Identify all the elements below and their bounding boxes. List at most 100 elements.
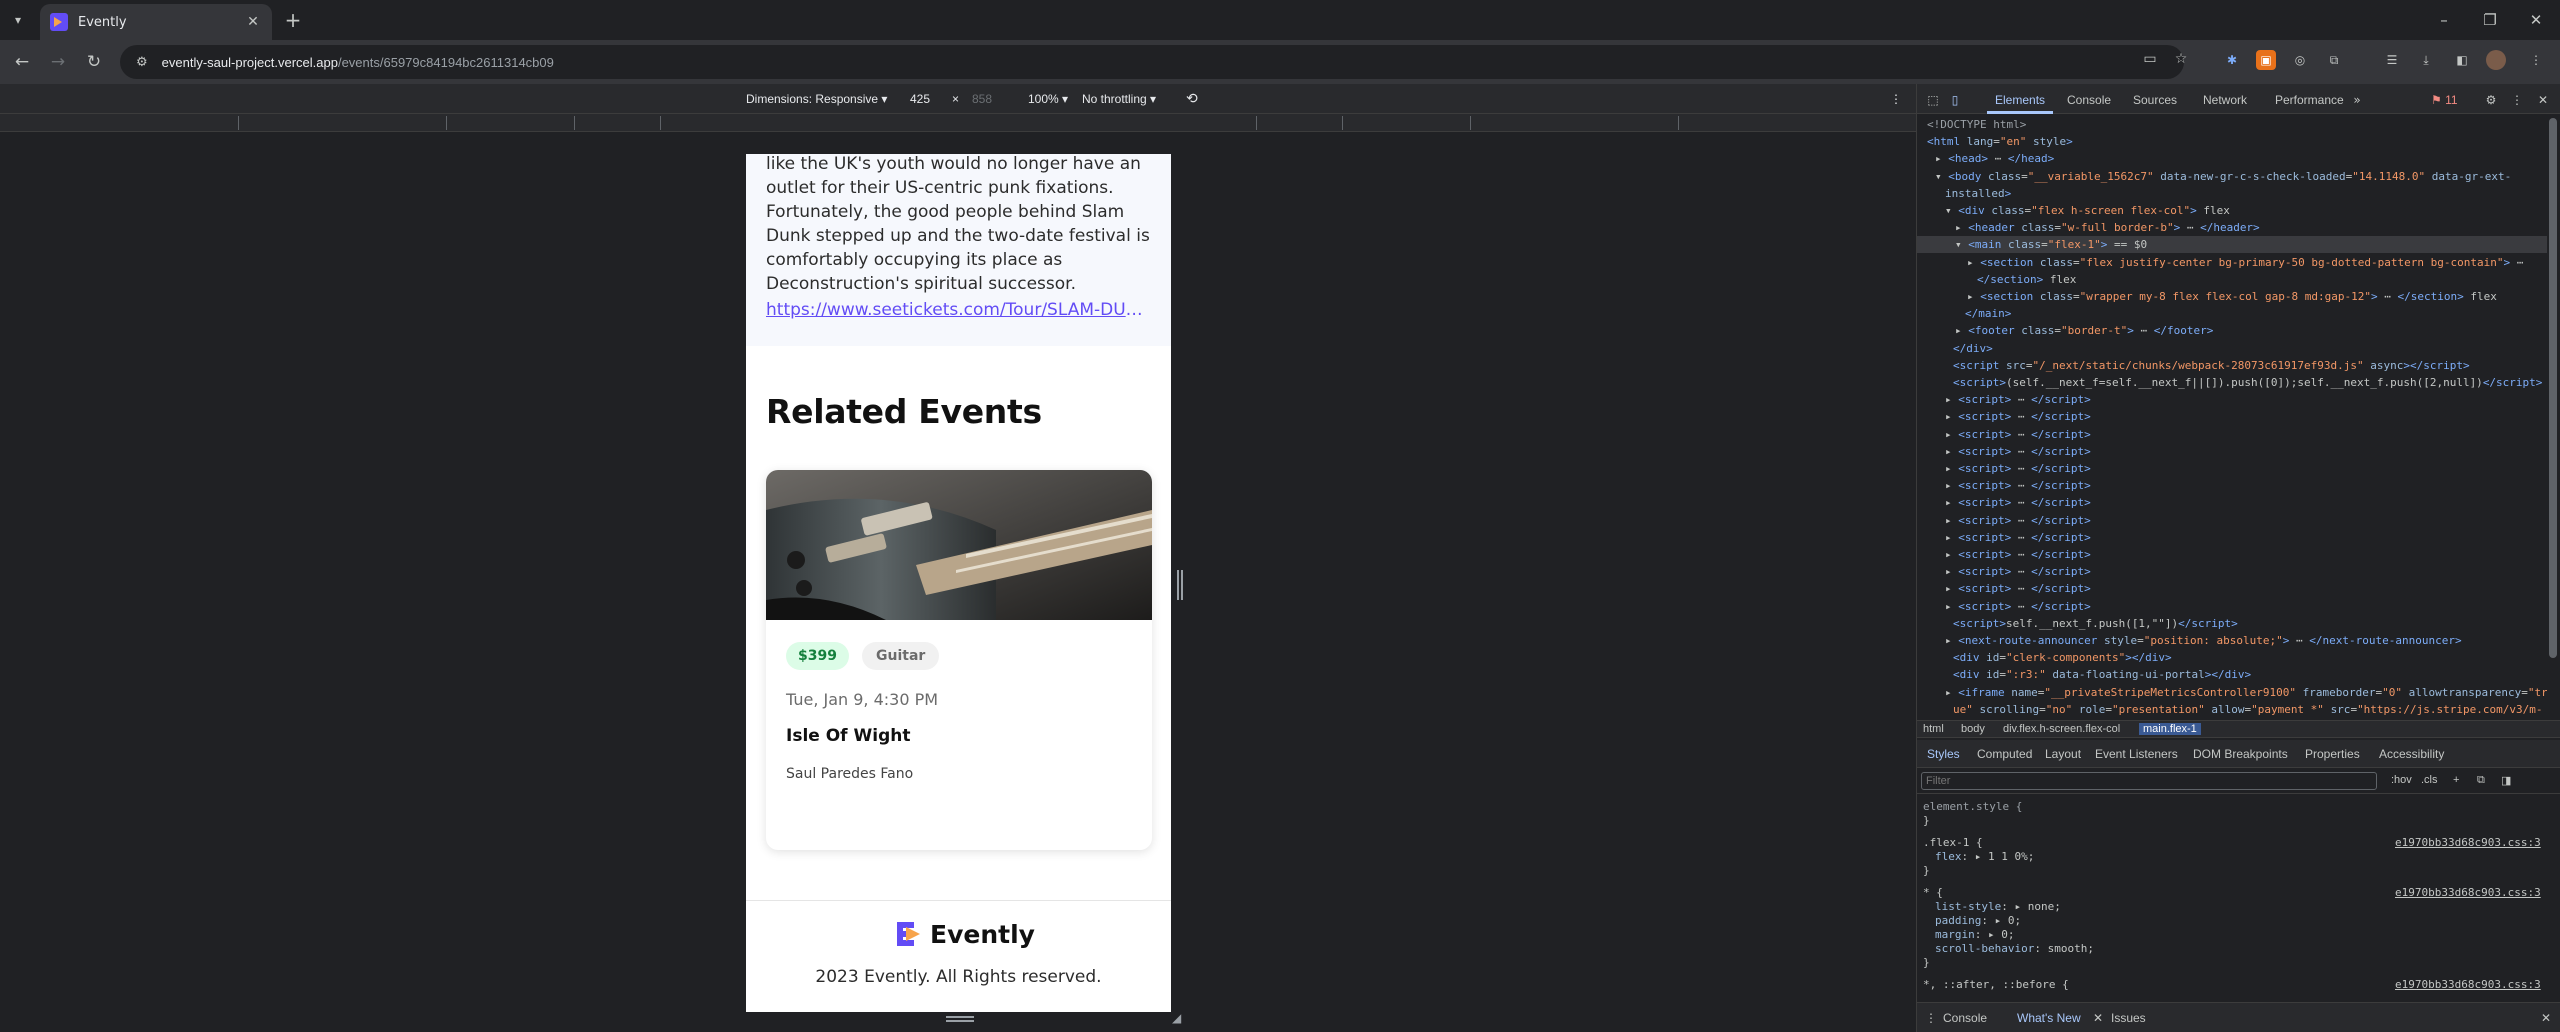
drawer-tab-whats-new[interactable]: What's New	[2017, 1011, 2081, 1025]
new-tab-plus-icon[interactable]: +	[282, 9, 304, 31]
dom-node-line[interactable]: ▸ <script> ⋯ </script>	[1945, 426, 2091, 443]
devtools-tab-performance[interactable]: Performance	[2275, 93, 2344, 107]
element-state-icon[interactable]: ⧉	[2477, 774, 2485, 787]
dom-node-line[interactable]: ▸ <script> ⋯ </script>	[1945, 391, 2091, 408]
event-card[interactable]: $399 Guitar Tue, Jan 9, 4:30 PM Isle Of …	[766, 470, 1152, 850]
dom-node-line[interactable]: <script>self.__next_f.push([1,""])</scri…	[1953, 615, 2238, 632]
breadcrumb-main[interactable]: main.flex-1	[2139, 723, 2201, 735]
throttling-dropdown[interactable]: No throttling ▾	[1082, 92, 1156, 106]
device-resize-handle-bottom[interactable]	[946, 1016, 974, 1022]
dom-node-line[interactable]: ▸ <iframe name="__privateStripeMetricsCo…	[1945, 684, 2547, 701]
site-info-icon[interactable]: ⚙	[136, 55, 148, 70]
devtools-menu-icon[interactable]: ⋮	[2509, 92, 2525, 108]
dom-node-line[interactable]: </main>	[1965, 305, 2011, 322]
rotate-icon[interactable]: ⟲	[1186, 90, 1198, 107]
dom-node-line[interactable]: <script src="/_next/static/chunks/webpac…	[1953, 357, 2470, 374]
dom-node-line[interactable]: <script>(self.__next_f=self.__next_f||[]…	[1953, 374, 2542, 391]
event-image-guitar[interactable]	[766, 470, 1152, 620]
breadcrumb-html[interactable]: html	[1923, 723, 1944, 735]
devtools-tab-console[interactable]: Console	[2067, 93, 2111, 107]
dom-tree-scrollbar[interactable]	[2549, 118, 2557, 658]
styles-tab-computed[interactable]: Computed	[1977, 747, 2032, 761]
dom-node-line[interactable]: ▸ <section class="flex justify-center bg…	[1967, 254, 2523, 271]
profile-avatar[interactable]	[2486, 50, 2506, 70]
computed-sidebar-icon[interactable]: ◨	[2501, 774, 2511, 787]
dom-node-line[interactable]: ue" scrolling="no" role="presentation" a…	[1953, 701, 2543, 718]
device-toggle-icon[interactable]: ▯	[1947, 92, 1963, 108]
dom-node-line[interactable]: ▾ <main class="flex-1"> == $0	[1917, 236, 2547, 254]
cls-toggle[interactable]: .cls	[2421, 774, 2438, 786]
extensions-puzzle-icon[interactable]: ⧉	[2324, 50, 2344, 70]
settings-gear-icon[interactable]: ⚙	[2483, 92, 2499, 108]
dom-node-line[interactable]: ▸ <script> ⋯ </script>	[1945, 512, 2091, 529]
restore-icon[interactable]: ❐	[2478, 8, 2502, 32]
devtools-tab-network[interactable]: Network	[2203, 93, 2247, 107]
new-rule-plus-icon[interactable]: +	[2453, 774, 2459, 786]
breadcrumb-body[interactable]: body	[1961, 723, 1985, 735]
forward-arrow-icon[interactable]: →	[46, 50, 70, 74]
dom-node-line[interactable]: installed>	[1945, 185, 2011, 202]
styles-tab-properties[interactable]: Properties	[2305, 747, 2360, 761]
dom-node-line[interactable]: ▸ <script> ⋯ </script>	[1945, 443, 2091, 460]
device-more-icon[interactable]: ⋮	[1890, 92, 1902, 106]
device-resize-handle-right[interactable]	[1177, 570, 1183, 600]
side-panel-icon[interactable]: ◧	[2452, 50, 2472, 70]
dom-node-line[interactable]: ▸ <script> ⋯ </script>	[1945, 408, 2091, 425]
drawer-tab-close-icon[interactable]: ✕	[2093, 1011, 2103, 1025]
dom-node-line[interactable]: ▸ <script> ⋯ </script>	[1945, 460, 2091, 477]
address-bar[interactable]: ⚙ evently-saul-project.vercel.app/events…	[120, 45, 2184, 79]
bookmark-star-icon[interactable]: ☆	[2171, 49, 2191, 69]
devtools-tab-sources[interactable]: Sources	[2133, 93, 2177, 107]
devtools-tab-elements[interactable]: Elements	[1995, 93, 2045, 107]
dom-node-line[interactable]: ▸ <script> ⋯ </script>	[1945, 598, 2091, 615]
dom-node-line[interactable]: ▸ <script> ⋯ </script>	[1945, 494, 2091, 511]
dom-node-line[interactable]: ▾ <div class="flex h-screen flex-col"> f…	[1945, 202, 2230, 219]
footer-logo[interactable]: Evently	[894, 919, 1035, 949]
dom-node-line[interactable]: </section> flex	[1977, 271, 2076, 288]
dom-node-line[interactable]: ▸ <script> ⋯ </script>	[1945, 563, 2091, 580]
download-icon[interactable]: ⤓	[2416, 50, 2436, 70]
styles-tab-event-listeners[interactable]: Event Listeners	[2095, 747, 2178, 761]
issues-counter[interactable]: ⚑ 11	[2431, 93, 2458, 107]
back-arrow-icon[interactable]: ←	[10, 50, 34, 74]
dom-node-line[interactable]: ▸ <script> ⋯ </script>	[1945, 477, 2091, 494]
dom-node-line[interactable]: <div id=":r3:" data-floating-ui-portal><…	[1953, 666, 2251, 683]
hov-toggle[interactable]: :hov	[2391, 774, 2412, 786]
device-width-input[interactable]: 425	[910, 92, 930, 106]
minimize-icon[interactable]: –	[2432, 8, 2456, 32]
styles-tab-styles[interactable]: Styles	[1927, 747, 1960, 761]
drawer-tab-issues[interactable]: Issues	[2111, 1011, 2146, 1025]
styles-tab-layout[interactable]: Layout	[2045, 747, 2081, 761]
extension-react-icon[interactable]: ✱	[2222, 50, 2242, 70]
dom-node-line[interactable]: ▸ <next-route-announcer style="position:…	[1945, 632, 2462, 649]
dom-node-line[interactable]: ▸ <script> ⋯ </script>	[1945, 546, 2091, 563]
devtools-close-icon[interactable]: ✕	[2535, 92, 2551, 108]
dom-node-line[interactable]: ▸ <head> ⋯ </head>	[1935, 150, 2054, 167]
event-ticket-link[interactable]: https://www.seetickets.com/Tour/SLAM-DUN…	[766, 298, 1152, 322]
device-resize-handle-corner[interactable]: ◢	[1172, 1012, 1184, 1024]
dom-node-line[interactable]: ▸ <section class="wrapper my-8 flex flex…	[1967, 288, 2497, 305]
styles-tab-accessibility[interactable]: Accessibility	[2379, 747, 2444, 761]
extension-orange-icon[interactable]: ▣	[2256, 50, 2276, 70]
breadcrumb-div[interactable]: div.flex.h-screen.flex-col	[2003, 723, 2120, 735]
drawer-close-icon[interactable]: ✕	[2541, 1011, 2551, 1025]
event-title[interactable]: Isle Of Wight	[786, 726, 910, 746]
extension-circle-icon[interactable]: ◎	[2290, 50, 2310, 70]
more-tabs-icon[interactable]: »	[2349, 92, 2365, 108]
dom-node-line[interactable]: ▸ <footer class="border-t"> ⋯ </footer>	[1955, 322, 2213, 339]
css-source-link[interactable]: e1970bb33d68c903.css:3	[2395, 886, 2541, 899]
zoom-dropdown[interactable]: 100% ▾	[1028, 92, 1068, 106]
styles-filter-input[interactable]	[1921, 772, 2377, 790]
dom-node-line[interactable]: ▸ <header class="w-full border-b"> ⋯ </h…	[1955, 219, 2260, 236]
tab-search-chevron-icon[interactable]: ▾	[6, 8, 30, 32]
device-height-input[interactable]: 858	[972, 92, 992, 106]
dom-node-line[interactable]: </div>	[1953, 340, 1993, 357]
reading-mode-icon[interactable]: ▭	[2140, 49, 2160, 69]
dom-node-line[interactable]: ▾ <body class="__variable_1562c7" data-n…	[1935, 168, 2511, 185]
tab-close-icon[interactable]: ✕	[244, 14, 262, 30]
reload-icon[interactable]: ↻	[82, 50, 106, 74]
drawer-menu-icon[interactable]: ⋮	[1925, 1011, 1937, 1025]
inspect-element-icon[interactable]: ⬚	[1925, 92, 1941, 108]
chrome-menu-icon[interactable]: ⋮	[2526, 50, 2546, 70]
dom-node-line[interactable]: ▸ <script> ⋯ </script>	[1945, 529, 2091, 546]
